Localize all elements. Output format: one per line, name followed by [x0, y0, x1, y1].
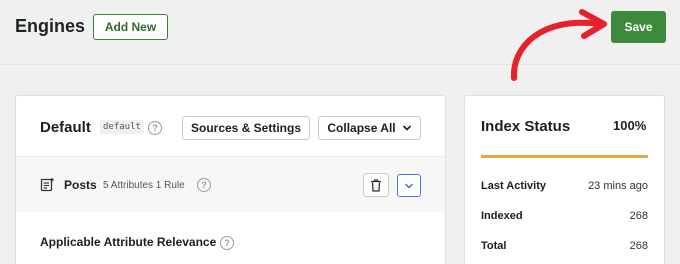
add-new-button[interactable]: Add New: [93, 14, 168, 40]
index-progress-fill: [481, 155, 648, 158]
source-meta: 5 Attributes 1 Rule: [103, 180, 185, 191]
engine-slug: default: [100, 120, 144, 134]
relevance-heading: Applicable Attribute Relevance: [40, 235, 217, 249]
source-help-icon[interactable]: ?: [197, 178, 211, 192]
remove-source-button[interactable]: [363, 173, 389, 197]
chevron-down-icon: [405, 183, 413, 188]
annotation-arrow-icon: [510, 9, 607, 81]
relevance-help-icon[interactable]: ?: [220, 236, 234, 250]
status-value-last-activity: 23 mins ago: [588, 180, 648, 192]
status-value-indexed: 268: [629, 210, 648, 222]
posts-icon: [40, 177, 54, 192]
sources-settings-button[interactable]: Sources & Settings: [182, 116, 310, 140]
index-progress-bar: [481, 155, 648, 158]
status-label-indexed: Indexed: [481, 210, 523, 222]
engine-name: Default: [40, 119, 91, 136]
status-label-last-activity: Last Activity: [481, 180, 547, 192]
trash-icon: [371, 178, 381, 192]
engine-help-icon[interactable]: ?: [148, 121, 162, 135]
page-title: Engines: [15, 16, 86, 36]
save-button[interactable]: Save: [611, 11, 666, 43]
source-label: Posts: [64, 178, 97, 192]
chevron-down-icon: [402, 125, 411, 131]
index-status-title: Index Status: [481, 118, 571, 135]
collapse-all-button[interactable]: Collapse All: [318, 116, 421, 140]
status-value-total: 268: [629, 240, 648, 252]
collapse-all-label: Collapse All: [327, 121, 396, 135]
index-status-percent: 100%: [613, 118, 647, 133]
status-label-total: Total: [481, 240, 507, 252]
expand-source-button[interactable]: [397, 174, 421, 197]
